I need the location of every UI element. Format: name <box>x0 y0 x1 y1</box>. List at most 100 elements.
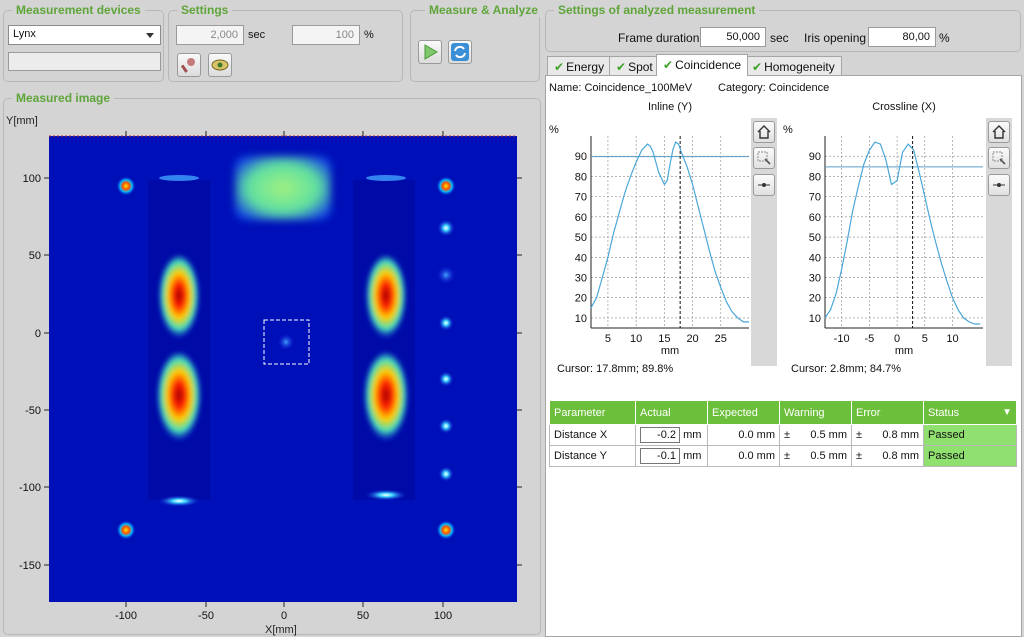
actual-value-input[interactable]: -0.2 <box>640 427 680 443</box>
tab-spot-label: Spot <box>628 60 653 74</box>
measured-image-plot[interactable]: Y[mm] X[mm] 100 50 0 -50 -100 -150 -100 … <box>3 110 541 637</box>
plus-minus: ± <box>784 429 791 441</box>
y-tick-label: 0 <box>35 328 41 340</box>
y-tick-label: 20 <box>575 293 587 305</box>
x-tick-label: 100 <box>434 610 452 622</box>
measured-image-title: Measured image <box>12 91 115 105</box>
frame-duration-input[interactable]: 50,000 <box>700 27 766 47</box>
home-button[interactable] <box>753 121 775 143</box>
x-tick-label: 50 <box>357 610 369 622</box>
center-spot <box>277 333 295 351</box>
y-tick-label: 10 <box>575 313 587 325</box>
header-actual[interactable]: Actual <box>635 400 708 425</box>
measure-analyze-title: Measure & Analyze <box>425 3 542 17</box>
exposure-input[interactable]: 2,000 <box>176 25 244 45</box>
column-spot <box>438 371 454 387</box>
play-button[interactable] <box>418 40 442 64</box>
zoom-button[interactable] <box>988 147 1010 169</box>
y-tick-label: -100 <box>19 482 41 494</box>
x-tick-label: 0 <box>894 333 900 345</box>
cell-parameter: Distance Y <box>549 445 636 467</box>
y-tick-label: 60 <box>809 212 821 224</box>
iris-opening-input[interactable]: 80,00 <box>868 27 936 47</box>
cursor-readout: Cursor: 2.8mm; 84.7% <box>791 363 901 375</box>
warning-value: 0.5 mm <box>810 450 847 462</box>
x-tick-label: 25 <box>715 333 727 345</box>
x-tick-label: -50 <box>198 610 214 622</box>
y-tick-label: -50 <box>25 405 41 417</box>
cell-error: ±0.8 mm <box>851 424 924 446</box>
cell-expected: 0.0 mm <box>707 424 780 446</box>
chart-title: Inline (Y) <box>648 101 692 113</box>
cell-warning: ±0.5 mm <box>779 424 852 446</box>
cursor-button[interactable] <box>753 174 775 196</box>
marker-spot <box>436 176 456 196</box>
x-tick-label: -5 <box>864 333 874 345</box>
x-tick-label: 5 <box>922 333 928 345</box>
actual-value-input[interactable]: -0.1 <box>640 448 680 464</box>
edge-line <box>157 495 201 507</box>
tool-button[interactable] <box>177 53 201 77</box>
cell-actual: -0.1 mm <box>635 445 708 467</box>
y-tick-label: 80 <box>809 171 821 183</box>
tab-homogeneity[interactable]: ✔ Homogeneity <box>745 56 842 76</box>
percent-input[interactable]: 100 <box>292 25 360 45</box>
tab-coincidence[interactable]: ✔ Coincidence <box>656 54 749 76</box>
error-value: 0.8 mm <box>882 429 919 441</box>
x-tick-label: 5 <box>605 333 611 345</box>
zoom-icon <box>992 151 1006 165</box>
y-tick-label: 90 <box>809 151 821 163</box>
marker-spot <box>116 176 136 196</box>
device-select[interactable]: Lynx <box>8 25 161 45</box>
iris-opening-label: Iris opening <box>804 31 867 45</box>
error-value: 0.8 mm <box>882 450 919 462</box>
percent-unit: % <box>364 29 374 41</box>
y-tick-label: 10 <box>809 313 821 325</box>
header-parameter[interactable]: Parameter <box>549 400 636 425</box>
x-tick-label: 10 <box>630 333 642 345</box>
zoom-button[interactable] <box>753 147 775 169</box>
tab-spot[interactable]: ✔ Spot <box>609 56 660 76</box>
x-axis-label: mm <box>895 345 913 357</box>
inline-profile-chart[interactable]: Inline (Y)% mm 10 20 30 40 50 60 70 80 90 5 10 15 20 25… <box>549 96 779 386</box>
tab-energy-label: Energy <box>566 60 605 74</box>
header-status[interactable]: Status ▼ <box>923 400 1017 425</box>
plus-minus: ± <box>784 450 791 462</box>
y-tick-label: 80 <box>575 171 587 183</box>
tab-energy[interactable]: ✔ Energy <box>547 56 612 76</box>
header-warning[interactable]: Warning <box>779 400 852 425</box>
x-tick-label: -10 <box>834 333 850 345</box>
cursor-icon <box>993 183 1005 187</box>
plus-minus: ± <box>856 450 863 462</box>
exposure-unit: sec <box>248 29 266 41</box>
tab-homogeneity-label: Homogeneity <box>764 60 835 74</box>
y-tick-label: -150 <box>19 560 41 572</box>
cell-warning: ±0.5 mm <box>779 445 852 467</box>
profile-line <box>824 141 981 325</box>
y-tick-label: 30 <box>809 272 821 284</box>
cell-status: Passed <box>923 424 1017 446</box>
y-tick-label: 50 <box>575 232 587 244</box>
column-spot <box>436 265 456 285</box>
header-error[interactable]: Error <box>851 400 924 425</box>
refresh-button[interactable] <box>448 40 472 64</box>
hot-spot <box>362 352 410 448</box>
x-axis-label: X[mm] <box>265 624 297 636</box>
iris-opening-unit: % <box>939 31 950 45</box>
cursor-button[interactable] <box>988 174 1010 196</box>
edge-line <box>159 175 199 181</box>
header-expected[interactable]: Expected <box>707 400 780 425</box>
filter-icon[interactable]: ▼ <box>1002 407 1012 418</box>
home-button[interactable] <box>988 121 1010 143</box>
column-spot <box>437 219 455 237</box>
measurement-name: Name: Coincidence_100MeV <box>549 82 693 94</box>
image-button[interactable] <box>208 53 232 77</box>
cell-unit: mm <box>683 450 702 462</box>
cell-unit: mm <box>683 429 702 441</box>
x-tick-label: 20 <box>686 333 698 345</box>
column-spot <box>438 315 454 331</box>
x-tick-label: 10 <box>946 333 958 345</box>
analyzed-settings-group: Settings of analyzed measurement Frame d… <box>545 3 1021 52</box>
crossline-profile-chart[interactable]: Crossline (X)% mm 10 20 30 40 50 60 70 80 90 -10 -5 0… <box>783 96 1019 386</box>
y-tick-label: 100 <box>23 173 41 185</box>
